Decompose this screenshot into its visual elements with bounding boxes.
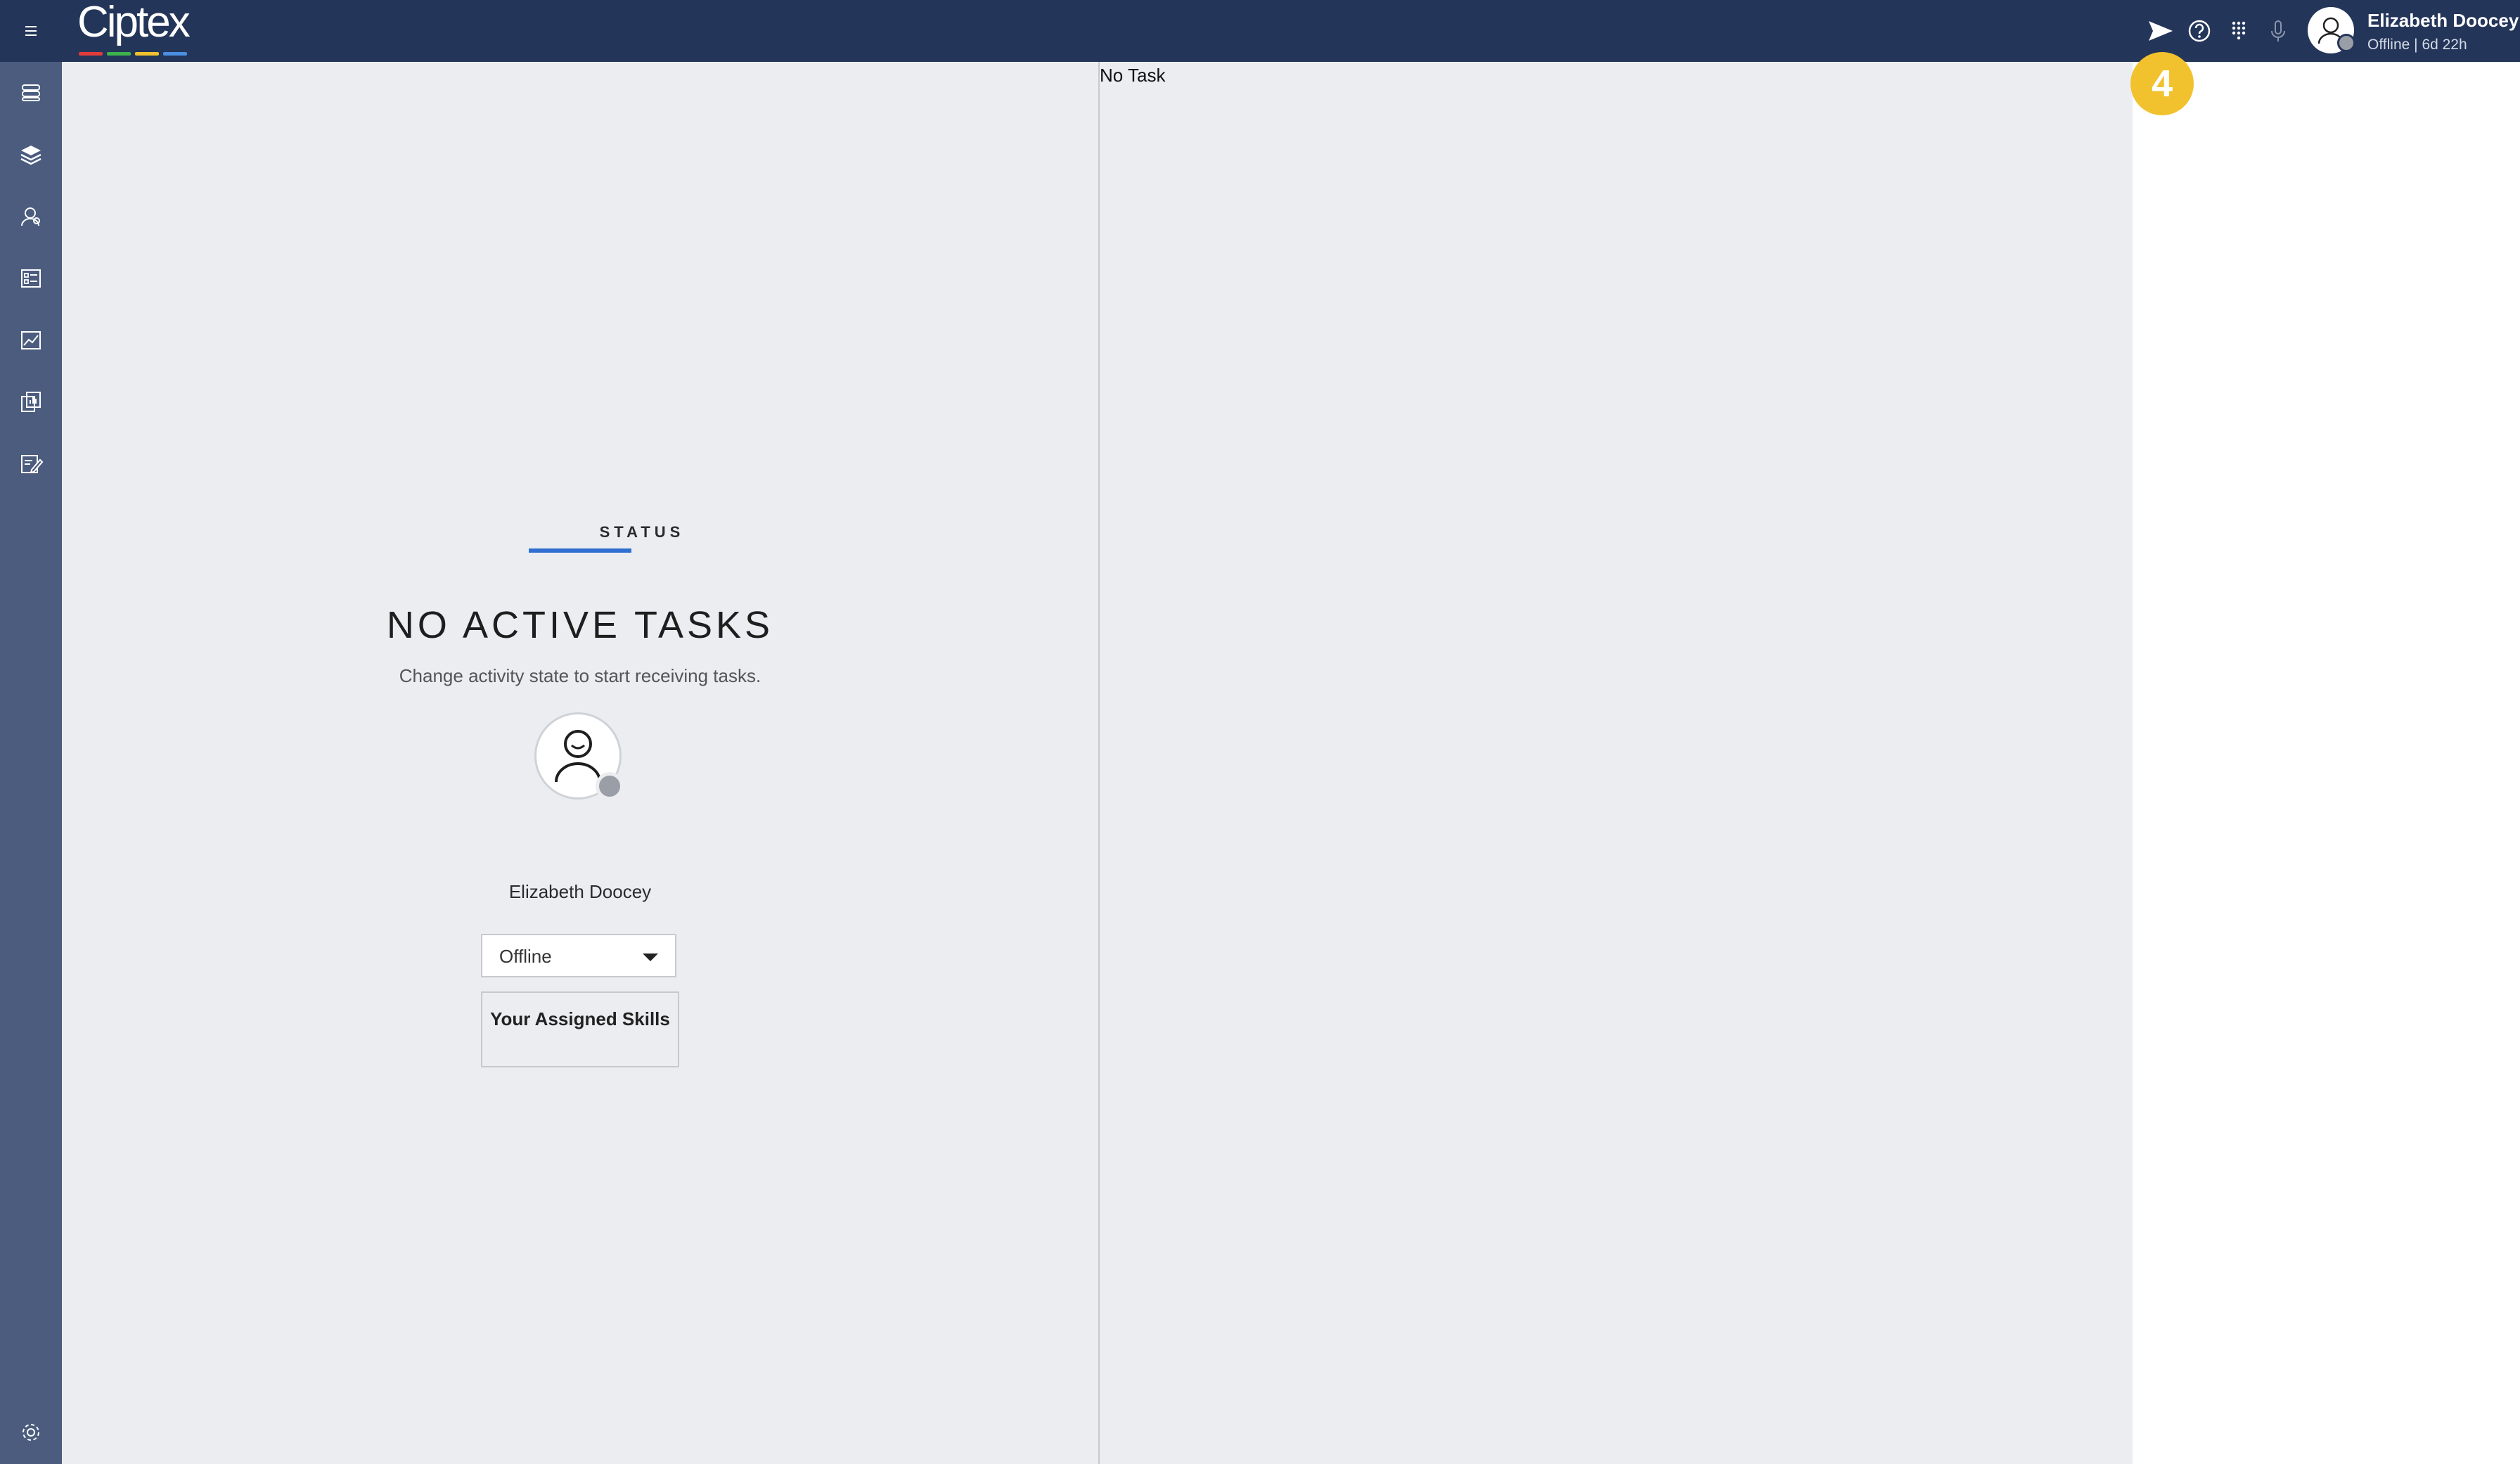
activity-state-value: Offline <box>499 946 552 967</box>
sidebar-item-reports[interactable] <box>15 387 46 418</box>
status-panel: STATUS NO ACTIVE TASKS Change activity s… <box>62 62 1100 1464</box>
activity-state-dropdown[interactable]: Offline <box>481 934 676 977</box>
no-task-label: No Task <box>1100 65 1166 86</box>
header-user-name: Elizabeth Doocey <box>2367 10 2519 31</box>
task-panel: No Task <box>1100 62 2133 1464</box>
presence-dot <box>2337 34 2355 52</box>
dialpad-icon[interactable] <box>2223 15 2254 46</box>
sidebar-item-analytics[interactable] <box>15 325 46 356</box>
status-tab-heading[interactable]: STATUS <box>526 523 758 541</box>
user-avatar[interactable] <box>2308 7 2355 53</box>
sidebar-item-layers[interactable] <box>15 139 46 170</box>
settings-gear-icon[interactable] <box>15 1417 46 1448</box>
hamburger-menu-icon[interactable] <box>15 15 46 46</box>
caret-down-icon <box>643 953 658 961</box>
sidebar-item-edit[interactable] <box>15 449 46 480</box>
send-icon[interactable] <box>2145 15 2175 46</box>
ciptex-logo: Ciptex <box>77 0 197 62</box>
step-number-badge: 4 <box>2130 52 2194 115</box>
sidebar <box>0 62 62 1464</box>
no-active-tasks-title: NO ACTIVE TASKS <box>386 604 774 646</box>
agent-avatar <box>534 712 624 800</box>
assigned-skills-title: Your Assigned Skills <box>490 1008 670 1029</box>
no-active-tasks-subtitle: Change activity state to start receiving… <box>399 665 761 686</box>
logo-color-bars <box>79 52 187 56</box>
assigned-skills-box: Your Assigned Skills <box>481 991 679 1067</box>
microphone-icon[interactable] <box>2263 15 2294 46</box>
sidebar-item-tasks[interactable] <box>15 77 46 108</box>
top-bar: Ciptex Elizabeth Doocey Offline | 6d 22h <box>0 0 2520 62</box>
header-user-status: Offline | 6d 22h <box>2367 37 2467 53</box>
status-tab-underline <box>529 548 631 553</box>
right-side-panel <box>2133 62 2520 1464</box>
sidebar-item-queues[interactable] <box>15 263 46 294</box>
logo-text: Ciptex <box>77 0 191 46</box>
help-icon[interactable] <box>2184 15 2215 46</box>
agent-presence-dot <box>596 772 624 800</box>
agent-name: Elizabeth Doocey <box>508 881 652 902</box>
sidebar-item-agents[interactable] <box>15 201 46 232</box>
